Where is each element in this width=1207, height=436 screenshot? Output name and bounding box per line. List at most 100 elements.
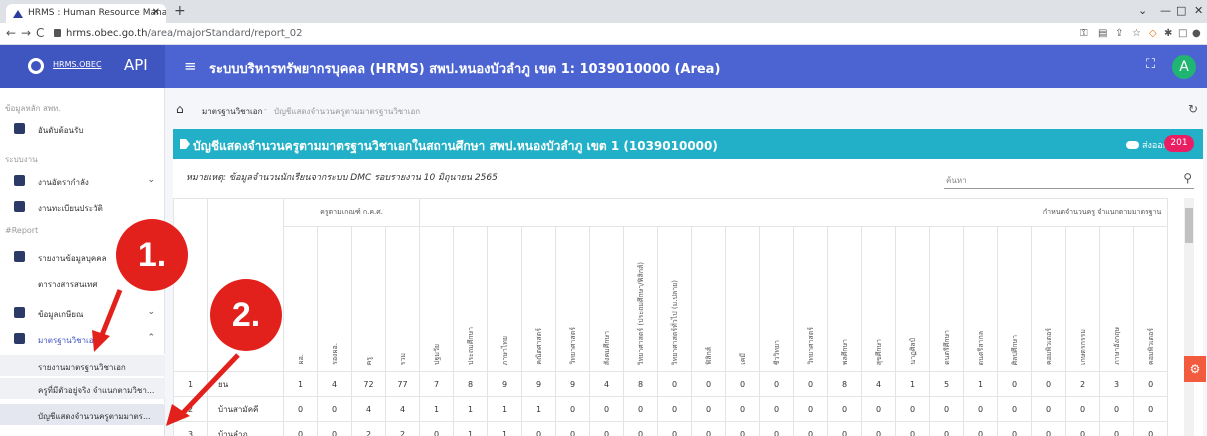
sidepanel-icon[interactable]: □ [1178,28,1187,39]
minimize-icon[interactable]: — [1160,4,1171,17]
search-icon[interactable]: ⚲ [1183,171,1192,185]
url-host: hrms.obec.go.th [66,28,148,39]
column-header: คณิตศาสตร์ [521,226,557,372]
sidebar-item-retirement[interactable]: ข้อมูลเกษียณ ⌄ [0,302,165,324]
sidebar-subitem-teacher-list[interactable]: บัญชีแสดงจำนวนครูตามมาตร... [0,403,165,425]
sidebar-item-label: งานทะเบียนประวัติ [38,204,103,213]
sidebar-item-welcome[interactable]: อันดับต้อนรับ [0,118,165,140]
monitor-icon [14,333,25,344]
table-cell: 1 [419,396,455,422]
table-cell: 0 [1031,421,1067,436]
table-cell: 9 [487,371,523,397]
sidebar-section-work: ระบบงาน [5,155,38,164]
group-header: กำหนดจำนวนครู จำแนกตามมาตรฐาน [419,198,1169,227]
column-header-label: ประถมศึกษา [467,326,476,365]
table-cell: 1 [453,421,489,436]
profile-icon[interactable]: ● [1192,28,1201,39]
table-cell: 0 [691,371,727,397]
refresh-icon[interactable]: ↻ [1188,102,1198,116]
school-name: บ้านสามัคคี [207,396,284,422]
settings-gear-icon[interactable]: ⚙ [1184,356,1206,382]
table-cell: 2 [1065,371,1101,397]
browser-tab-bar: HRMS : Human Resource Manag ✕ + ⌄ — □ ✕ [0,0,1207,23]
column-header: ฟิสิกส์ [691,226,727,372]
chevron-down-icon: ⌄ [147,307,155,317]
column-header: รวม [384,226,421,372]
column-header: สุขศึกษา [861,226,897,372]
column-header: วิทยาศาสตร์ [555,226,591,372]
table-row: 2 บ้านสามัคคี 0 0 4 4 1 1 1 1 0 0 0 0 0 0 0 0 0 0 0 0 0 0 0 0 0 0 [173,396,1169,422]
fullscreen-icon[interactable]: ⛶ [1146,57,1155,72]
brand-suffix: API [124,56,148,74]
back-icon[interactable]: ← [6,26,16,40]
column-header-label: นาฏศิลป์ [909,338,918,365]
browser-tab[interactable]: HRMS : Human Resource Manag ✕ [6,4,166,23]
brand[interactable]: HRMS.OBEC API [0,45,165,88]
home-icon[interactable]: ⌂ [176,102,184,116]
puzzle-icon[interactable]: ✱ [1164,28,1172,39]
column-header: คอมพิวเตอร์ [1133,226,1169,372]
forward-icon[interactable]: → [21,26,31,40]
close-window-icon[interactable]: ✕ [1194,4,1203,17]
search-input[interactable]: ค้นหา ⚲ [944,171,1194,189]
data-note: หมายเหตุ: ข้อมูลจำนวนนักเรียนจากระบบ DMC… [186,173,498,183]
sidebar-item-workforce[interactable]: งานอัตรากำลัง ⌄ [0,170,165,192]
column-header: รองผอ. [317,226,352,372]
table-cell: 0 [997,421,1033,436]
table-cell: 0 [555,396,591,422]
calendar-icon [14,201,25,212]
export-button[interactable]: ส่งออก [1126,138,1168,152]
tab-search-icon[interactable]: ⌄ [1138,4,1147,17]
column-header: เกษตรกรรม [1065,226,1101,372]
row-number: 2 [173,396,208,422]
table-cell: 1 [963,371,999,397]
column-header: วิทยาศาสตร์ทั่วไป (ม.ปลาย) [657,226,693,372]
scrollbar-thumb[interactable] [1185,208,1193,243]
avatar[interactable]: A [1172,55,1196,79]
reload-icon[interactable]: C [36,26,44,40]
report-icon [14,251,25,262]
sidebar-subitem-report[interactable]: รายงานมาตรฐานวิชาเอก [0,354,165,376]
row-number: 3 [173,421,208,436]
home-icon [14,123,25,134]
breadcrumb-link[interactable]: มาตรฐานวิชาเอก [202,105,262,118]
bookmark-star-icon[interactable]: ☆ [1132,28,1141,39]
table-cell: 72 [351,371,386,397]
column-header-label: ผอ. [297,354,305,365]
maximize-icon[interactable]: □ [1176,4,1186,17]
column-header-label: เกษตรกรรม [1079,329,1088,365]
extension-icon[interactable]: ◇ [1149,28,1157,39]
table-cell: 0 [419,421,455,436]
table-cell: 3 [1099,371,1135,397]
sidebar-subitem-teachers[interactable]: ครูที่มีตัวอยู่จริง จำแนกตามวิชา... [0,377,165,399]
menu-toggle-icon[interactable]: ≡ [184,57,197,75]
table-cell: 0 [657,396,693,422]
sidebar-section-report: #Report [5,226,39,235]
url-path: /area/majorStandard/report_02 [147,28,303,39]
column-header: ปฐมวัย [419,226,455,372]
column-header-label: ภาษาไทย [501,335,510,365]
table-cell: 0 [521,421,557,436]
sidebar-subitem-label: ครูที่มีตัวอยู่จริง จำแนกตามวิชา... [38,386,155,395]
sidebar-item-registry[interactable]: งานทะเบียนประวัติ [0,196,165,218]
lock-icon [54,29,61,37]
logo-icon [28,58,44,74]
column-header-label: ครู [365,356,373,365]
table-cell: 0 [589,421,625,436]
column-header: ผอ. [283,226,318,372]
translate-icon[interactable]: ▤ [1098,28,1107,39]
new-tab-icon[interactable]: + [174,3,186,19]
close-tab-icon[interactable]: ✕ [152,7,160,18]
table-cell: 1 [453,396,489,422]
scrollbar[interactable] [1184,198,1194,436]
count-badge: 201 [1164,135,1194,152]
sidebar-item-major-standard[interactable]: มาตรฐานวิชาเอก ⌃ [0,328,165,350]
sidebar-subitem-label: บัญชีแสดงจำนวนครูตามมาตร... [38,412,151,421]
url-field[interactable]: hrms.obec.go.th/area/majorStandard/repor… [54,28,302,39]
table-cell: 1 [487,421,523,436]
column-header-label: สังคมศึกษา [603,330,612,365]
school-name: บ้านลำภู [207,421,284,436]
share-icon[interactable]: ⇪ [1115,28,1123,39]
sidebar-item-label: มาตรฐานวิชาเอก [38,336,99,345]
key-icon[interactable]: ⚿ [1080,28,1088,39]
